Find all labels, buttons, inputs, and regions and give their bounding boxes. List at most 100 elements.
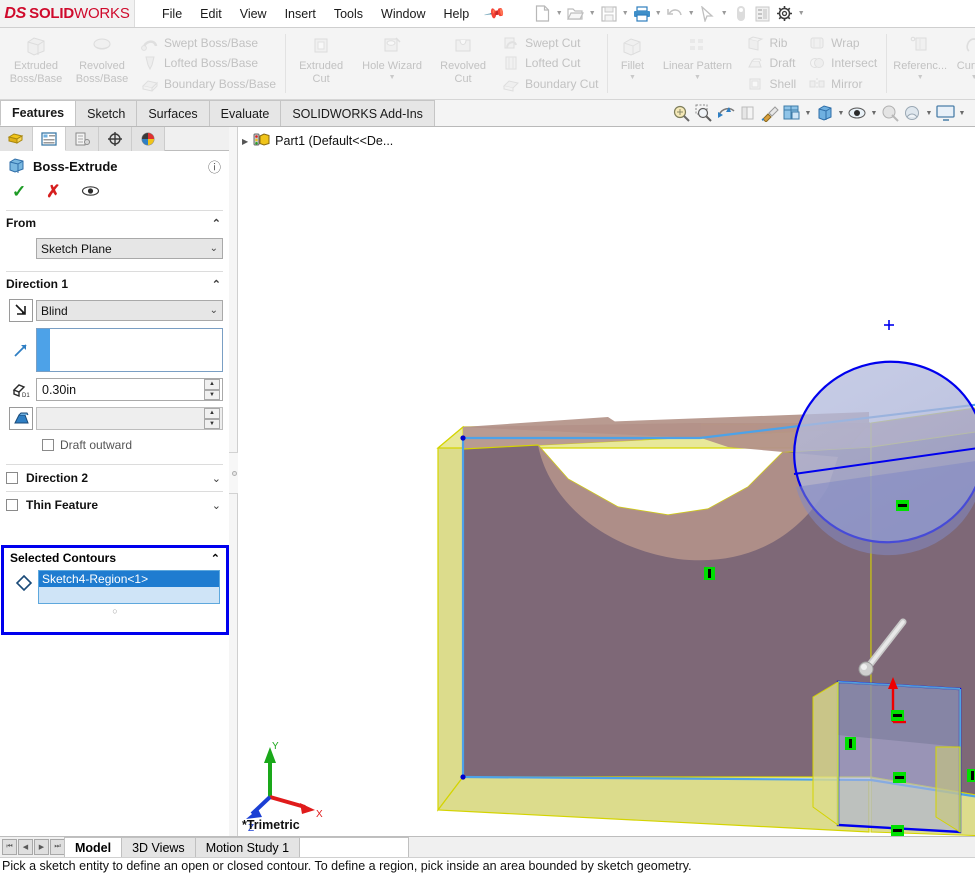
previous-tab-icon[interactable]: ◀	[18, 839, 33, 855]
rebuild-icon[interactable]	[730, 3, 752, 25]
view-orientation-paint-icon[interactable]	[759, 103, 780, 124]
open-document-caret[interactable]: ▼	[587, 10, 598, 17]
cancel-button[interactable]: ✗	[46, 182, 60, 202]
zoom-to-fit-icon[interactable]	[671, 103, 692, 124]
chevron-down-icon[interactable]: ⌄	[212, 499, 221, 512]
revolved-boss-base-button[interactable]: RevolvedBoss/Base	[69, 30, 135, 97]
wrap-item[interactable]: Wrap	[804, 33, 881, 53]
menu-edit[interactable]: Edit	[191, 3, 231, 25]
spinner-down-icon[interactable]: ▼	[204, 419, 220, 430]
extruded-boss-base-button[interactable]: ExtrudedBoss/Base	[3, 30, 69, 97]
linear-pattern-button[interactable]: Linear Pattern ▼	[654, 30, 740, 97]
print-document-icon[interactable]	[631, 3, 653, 25]
display-style-icon[interactable]	[814, 103, 835, 124]
linear-pattern-dropdown-caret[interactable]: ▼	[694, 74, 701, 81]
thin-feature-checkbox[interactable]	[6, 499, 18, 511]
bottom-tab-motion-study[interactable]: Motion Study 1	[195, 837, 300, 857]
depth-input[interactable]: 0.30in ▲ ▼	[36, 378, 223, 401]
select-cursor-icon[interactable]	[697, 3, 719, 25]
chevron-down-icon[interactable]: ⌄	[212, 472, 221, 485]
save-document-icon[interactable]	[598, 3, 620, 25]
draft-angle-button[interactable]	[6, 407, 36, 430]
undo-caret[interactable]: ▼	[686, 10, 697, 17]
property-manager-tab[interactable]	[33, 127, 66, 151]
lofted-cut-item[interactable]: Lofted Cut	[498, 53, 602, 73]
menu-window[interactable]: Window	[372, 3, 434, 25]
resize-dot[interactable]: ○	[4, 606, 226, 616]
section-thin-feature-header[interactable]: Thin Feature ⌄	[0, 492, 229, 518]
draft-outward-row[interactable]: Draft outward	[6, 436, 223, 458]
bottom-tab-model[interactable]: Model	[64, 837, 122, 857]
spinner-down-icon[interactable]: ▼	[204, 390, 220, 401]
section-selected-contours[interactable]: Selected Contours ⌃ Sketch4-Region<1> ○	[1, 545, 229, 635]
boundary-boss-base-item[interactable]: Boundary Boss/Base	[137, 74, 280, 94]
chevron-up-icon[interactable]: ⌃	[212, 217, 221, 230]
intersect-item[interactable]: Intersect	[804, 53, 881, 73]
first-tab-icon[interactable]: ⏮	[2, 839, 17, 855]
previous-view-icon[interactable]	[715, 103, 736, 124]
view-orientation-icon[interactable]	[781, 103, 802, 124]
spinner-up-icon[interactable]: ▲	[204, 379, 220, 390]
options-list-icon[interactable]	[752, 3, 774, 25]
tab-sketch[interactable]: Sketch	[75, 100, 137, 126]
curves-dropdown-caret[interactable]: ▼	[971, 74, 975, 81]
model-viewport[interactable]: Y X Z	[238, 127, 975, 836]
reference-geometry-button[interactable]: Referenc... ▼	[889, 30, 951, 97]
section-direction2-header[interactable]: Direction 2 ⌄	[0, 465, 229, 491]
tab-solidworks-add-ins[interactable]: SOLIDWORKS Add-Ins	[280, 100, 435, 126]
tab-evaluate[interactable]: Evaluate	[209, 100, 282, 126]
display-manager-tab[interactable]	[132, 127, 165, 151]
help-icon[interactable]: ⓘ	[208, 157, 221, 176]
fillet-dropdown-caret[interactable]: ▼	[629, 74, 636, 81]
next-tab-icon[interactable]: ▶	[34, 839, 49, 855]
list-item[interactable]: Sketch4-Region<1>	[39, 571, 219, 587]
open-document-icon[interactable]	[565, 3, 587, 25]
menu-view[interactable]: View	[231, 3, 276, 25]
swept-boss-base-item[interactable]: Swept Boss/Base	[137, 33, 280, 53]
menu-help[interactable]: Help	[435, 3, 479, 25]
undo-icon[interactable]	[664, 3, 686, 25]
solidworks-logo[interactable]: DSSOLIDWORKS	[0, 0, 135, 27]
pushpin-icon[interactable]: 📌	[483, 2, 507, 26]
shell-item[interactable]: Shell	[742, 74, 800, 94]
rib-item[interactable]: Rib	[742, 33, 800, 53]
spinner-up-icon[interactable]: ▲	[204, 408, 220, 419]
selected-contours-list[interactable]: Sketch4-Region<1>	[38, 570, 220, 604]
revolved-cut-button[interactable]: RevolvedCut	[430, 30, 496, 97]
apply-scene-icon[interactable]	[902, 103, 923, 124]
section-view-icon[interactable]	[737, 103, 758, 124]
hole-wizard-button[interactable]: Hole Wizard ▼	[354, 30, 430, 97]
draft-outward-checkbox[interactable]	[42, 439, 54, 451]
direction2-checkbox[interactable]	[6, 472, 18, 484]
ok-button[interactable]: ✓	[12, 182, 26, 202]
gear-caret[interactable]: ▼	[796, 10, 807, 17]
swept-cut-item[interactable]: Swept Cut	[498, 33, 602, 53]
last-tab-icon[interactable]: ⏭	[50, 839, 65, 855]
direction-reference-field[interactable]	[36, 328, 223, 372]
mirror-item[interactable]: Mirror	[804, 74, 881, 94]
new-document-icon[interactable]	[532, 3, 554, 25]
curves-button[interactable]: Curves ▼	[951, 30, 975, 97]
display-style-caret[interactable]: ▼	[836, 110, 846, 117]
section-direction1-header[interactable]: Direction 1 ⌃	[0, 272, 229, 296]
view-settings-caret[interactable]: ▼	[957, 110, 967, 117]
boundary-cut-item[interactable]: Boundary Cut	[498, 74, 602, 94]
new-document-caret[interactable]: ▼	[554, 10, 565, 17]
print-document-caret[interactable]: ▼	[653, 10, 664, 17]
chevron-up-icon[interactable]: ⌃	[211, 552, 220, 565]
edit-appearance-icon[interactable]	[880, 103, 901, 124]
hole-wizard-dropdown-caret[interactable]: ▼	[389, 74, 396, 81]
depth-spinner[interactable]: ▲ ▼	[204, 379, 220, 400]
select-caret[interactable]: ▼	[719, 10, 730, 17]
draft-angle-input[interactable]: ▲ ▼	[36, 407, 223, 430]
graphics-area[interactable]: ▶ Part1 (Default<<De...	[238, 127, 975, 836]
hide-show-items-icon[interactable]	[847, 103, 868, 124]
tab-features[interactable]: Features	[0, 100, 76, 126]
menu-insert[interactable]: Insert	[276, 3, 325, 25]
menu-tools[interactable]: Tools	[325, 3, 372, 25]
chevron-up-icon[interactable]: ⌃	[212, 278, 221, 291]
extruded-cut-button[interactable]: ExtrudedCut	[288, 30, 354, 97]
reverse-direction-button[interactable]	[6, 299, 36, 322]
menu-file[interactable]: File	[153, 3, 191, 25]
end-condition-select[interactable]: Blind ⌄	[36, 300, 223, 321]
